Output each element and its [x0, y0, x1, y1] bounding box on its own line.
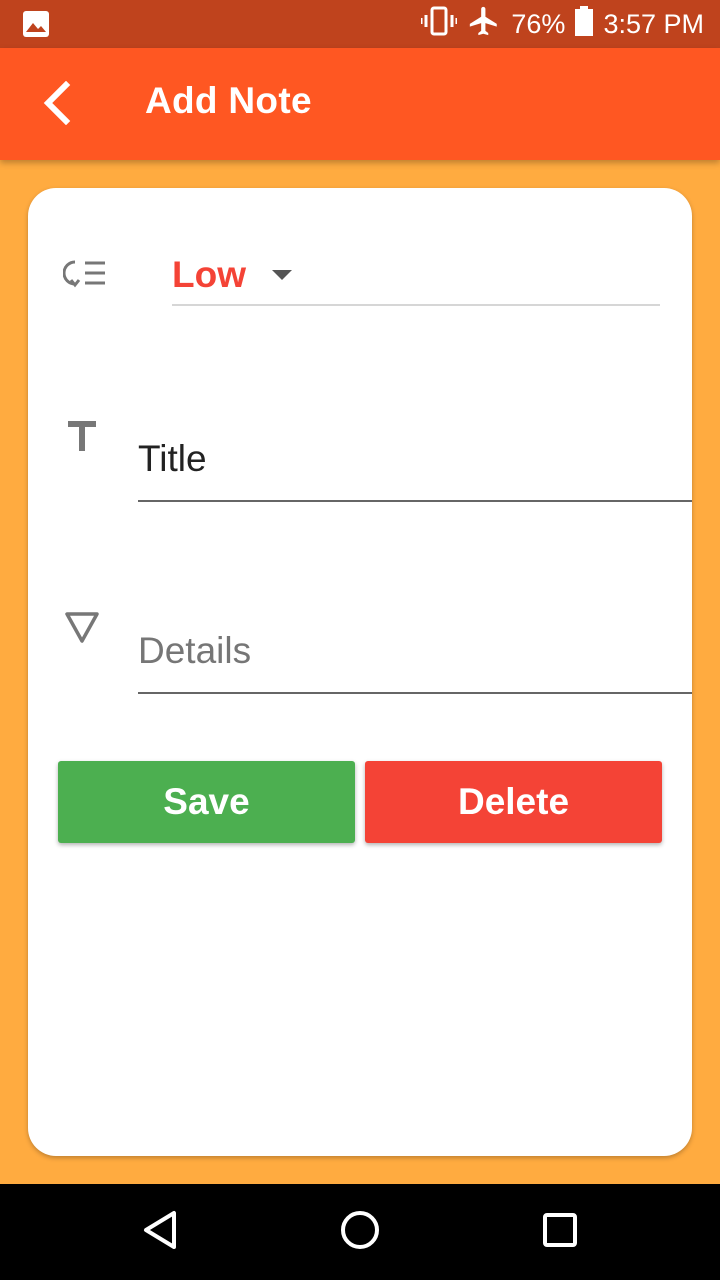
app-bar: Add Note — [0, 48, 720, 160]
nav-home-button[interactable] — [336, 1208, 384, 1256]
vibrate-icon — [420, 6, 458, 43]
battery-icon — [575, 5, 594, 43]
image-notification-icon — [22, 10, 50, 43]
page-title: Add Note — [145, 80, 312, 121]
clock-time: 3:57 PM — [603, 8, 704, 39]
back-triangle-icon — [142, 1210, 178, 1255]
dropdown-arrow-icon — [272, 270, 292, 280]
home-circle-icon — [340, 1210, 380, 1255]
title-input[interactable] — [138, 410, 692, 502]
save-button[interactable]: Save — [58, 761, 355, 843]
battery-percent: 76% — [511, 8, 566, 39]
nav-back-button[interactable] — [136, 1208, 184, 1256]
text-title-icon — [58, 412, 106, 460]
recents-square-icon — [542, 1212, 578, 1253]
details-input[interactable] — [138, 602, 692, 694]
system-navigation-bar — [0, 1184, 720, 1280]
nav-recents-button[interactable] — [536, 1208, 584, 1256]
delete-button[interactable]: Delete — [365, 761, 662, 843]
note-form-card: Low Save Delete — [28, 188, 692, 1156]
back-button[interactable] — [30, 78, 84, 132]
priority-selected-value: Low — [172, 254, 246, 295]
priority-dropdown[interactable]: Low — [172, 240, 660, 306]
priority-list-icon — [61, 250, 109, 298]
status-indicators: 76% 3:57 PM — [420, 0, 704, 48]
triangle-down-icon — [58, 604, 106, 652]
chevron-left-icon — [42, 80, 72, 130]
airplane-mode-icon — [467, 4, 501, 45]
status-bar: 76% 3:57 PM — [0, 0, 720, 48]
